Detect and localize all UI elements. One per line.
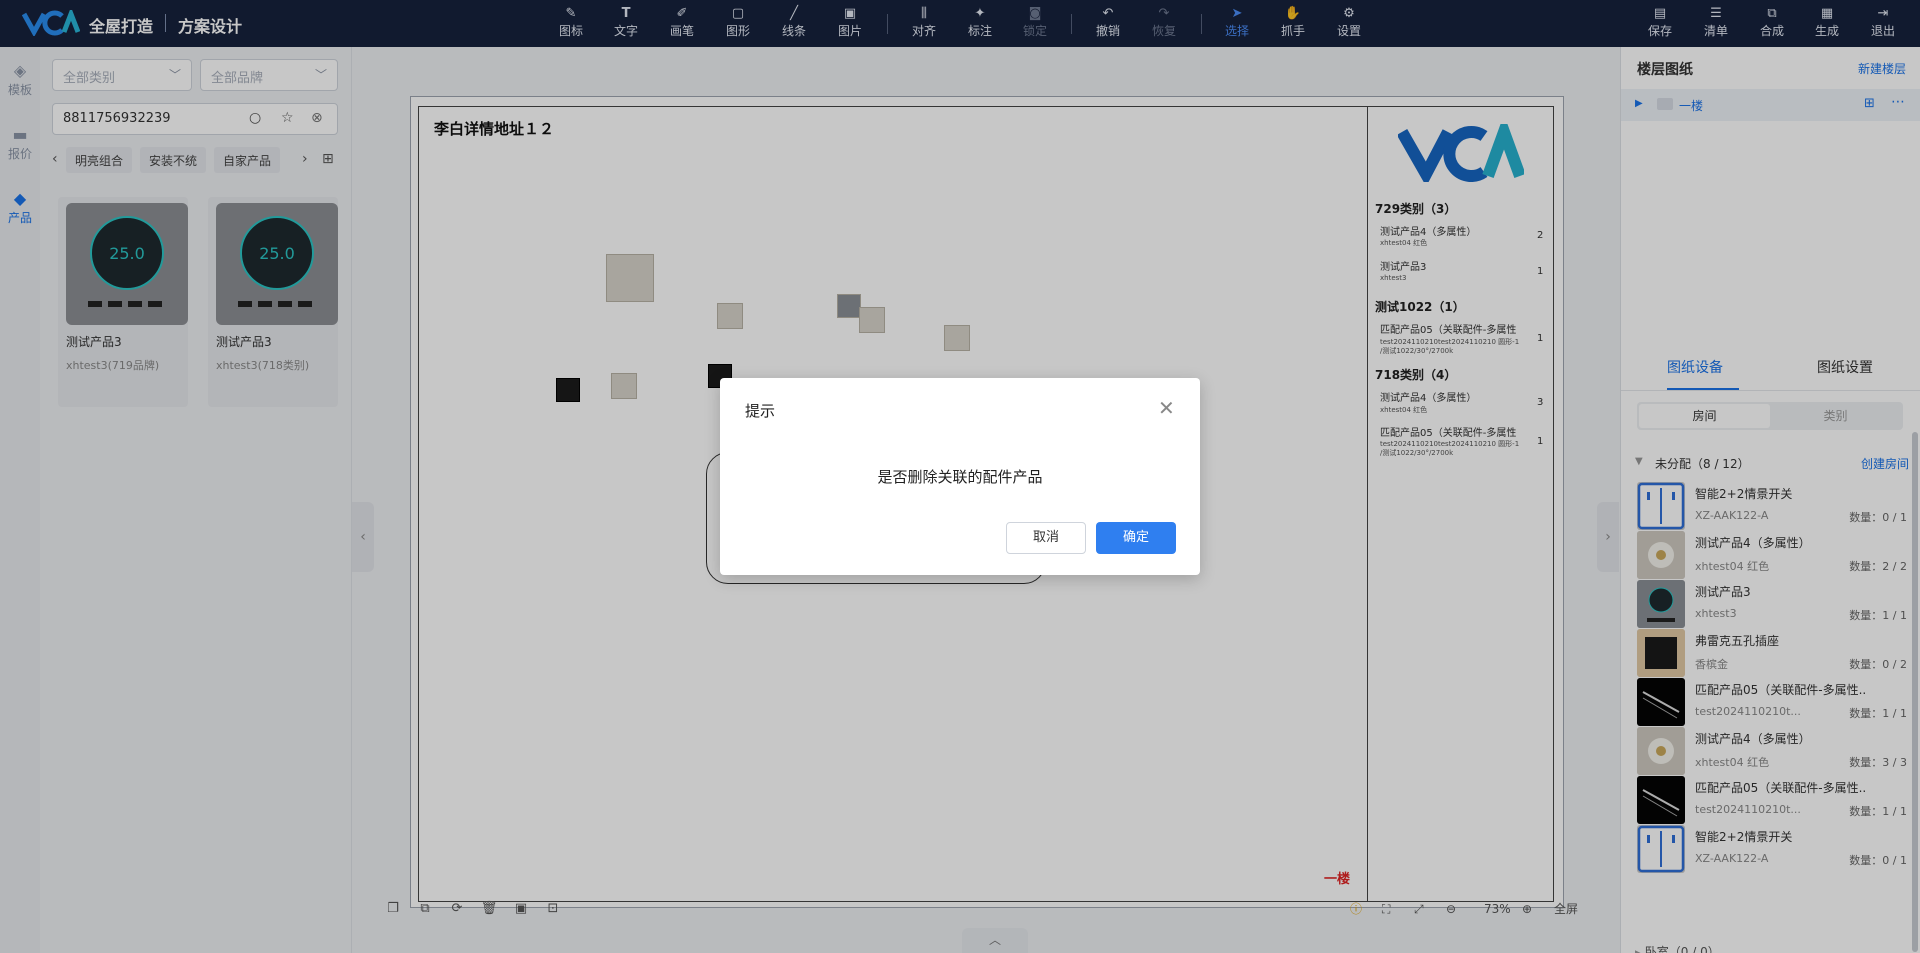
confirm-button[interactable]: 确定	[1096, 522, 1176, 554]
cancel-button[interactable]: 取消	[1006, 522, 1086, 554]
dialog-message: 是否删除关联的配件产品	[877, 468, 1043, 486]
confirm-dialog: 提示 ✕ 是否删除关联的配件产品 取消 确定	[720, 378, 1200, 575]
close-icon[interactable]: ✕	[1158, 396, 1175, 420]
dialog-title: 提示	[745, 402, 776, 420]
